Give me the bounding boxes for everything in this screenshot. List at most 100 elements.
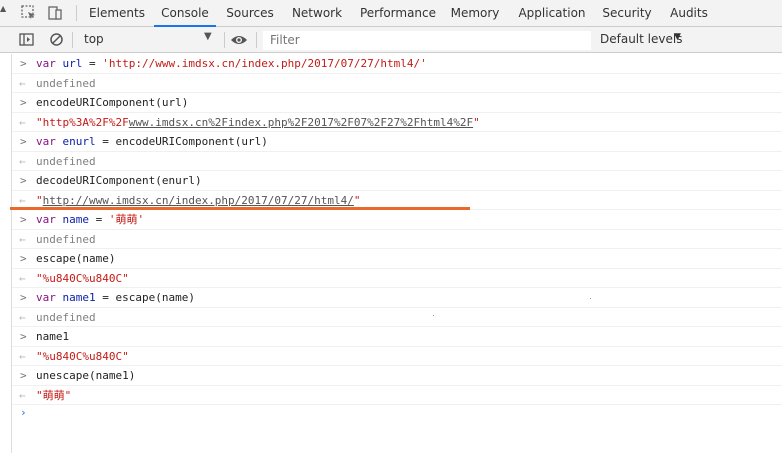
- code-token: = encodeURIComponent(url): [95, 135, 268, 148]
- code-token: "%u840C%u840C": [36, 271, 129, 285]
- console-code: "萌萌": [36, 386, 71, 405]
- console-code: var enurl = encodeURIComponent(url): [36, 132, 268, 151]
- input-chevron-icon: >: [20, 213, 27, 226]
- input-chevron-icon: >: [20, 291, 27, 304]
- console-output-row: ← undefined: [12, 152, 782, 171]
- code-token: var: [36, 135, 63, 148]
- divider: [224, 32, 225, 48]
- code-token: "萌萌": [36, 388, 72, 402]
- log-levels-dropdown[interactable]: Default levels: [600, 32, 682, 46]
- artifact-dot: [433, 315, 434, 316]
- input-chevron-icon: >: [20, 135, 27, 148]
- code-token: '萌萌': [108, 213, 145, 226]
- input-chevron-icon: >: [20, 174, 27, 187]
- console-input-row: > name1: [12, 327, 782, 347]
- code-token: name1: [36, 330, 70, 343]
- clear-console-icon[interactable]: [48, 31, 66, 49]
- code-token: "http%3A%2F%2F: [36, 115, 129, 129]
- divider: [76, 5, 77, 21]
- return-arrow-icon: ←: [19, 154, 26, 168]
- live-expression-icon[interactable]: [230, 31, 248, 49]
- return-arrow-icon: ←: [19, 349, 26, 363]
- console-output-row: ← undefined: [12, 308, 782, 327]
- console-code: var name1 = escape(name): [36, 288, 195, 307]
- console-output-row: ← undefined: [12, 230, 782, 249]
- console-code: unescape(name1): [36, 366, 135, 385]
- code-token: =: [82, 57, 103, 70]
- artifact-dot: [590, 298, 591, 299]
- tab-sources[interactable]: Sources: [222, 0, 278, 26]
- code-token: undefined: [36, 76, 96, 90]
- sidebar-toggle-icon[interactable]: [18, 31, 36, 49]
- code-token: decodeURIComponent(enurl): [36, 174, 202, 187]
- console-prompt[interactable]: ›: [20, 406, 27, 419]
- code-token: var: [36, 291, 63, 304]
- code-token: var: [36, 57, 63, 70]
- code-token: =: [89, 213, 109, 226]
- code-token: unescape(name1): [36, 369, 136, 382]
- highlight-underline: [10, 207, 470, 210]
- input-chevron-icon: >: [20, 96, 27, 109]
- console-input-row: > var enurl = encodeURIComponent(url): [12, 132, 782, 152]
- code-token: var: [36, 213, 63, 226]
- tab-console[interactable]: Console: [154, 0, 216, 27]
- scroll-up-icon: ▲: [0, 4, 7, 13]
- code-token: = escape(name): [95, 291, 195, 304]
- filter-input[interactable]: [263, 31, 591, 50]
- return-arrow-icon: ←: [19, 115, 26, 129]
- return-arrow-icon: ←: [19, 76, 26, 90]
- tab-elements[interactable]: Elements: [86, 0, 148, 26]
- code-token: url: [62, 57, 83, 70]
- dropdown-arrow-icon: ▼: [204, 31, 212, 42]
- devtools-tabbar: ▲ Elements Console Sources Network Perfo…: [0, 0, 782, 27]
- console-toolbar: top ▼ Default levels ▼: [0, 27, 782, 53]
- code-token: name1: [62, 291, 96, 304]
- url-link[interactable]: www.imdsx.cn%2Findex.php%2F2017%2F07%2F2…: [129, 116, 473, 129]
- tab-application[interactable]: Application: [514, 0, 590, 26]
- code-token: enurl: [62, 135, 96, 148]
- console-output-row: ← "%u840C%u840C": [12, 347, 782, 366]
- return-arrow-icon: ←: [19, 388, 26, 402]
- console-code: encodeURIComponent(url): [36, 93, 188, 112]
- divider: [256, 32, 257, 48]
- code-token: encodeURIComponent(url): [36, 96, 189, 109]
- code-token: ": [353, 193, 361, 207]
- console-output: > var url = 'http://www.imdsx.cn/index.ph…: [0, 54, 782, 453]
- input-chevron-icon: >: [20, 330, 27, 343]
- return-arrow-icon: ←: [19, 232, 26, 246]
- code-token: "%u840C%u840C": [36, 349, 129, 363]
- console-output-row: ← "http%3A%2F%2Fwww.imdsx.cn%2Findex.php%…: [12, 113, 782, 132]
- code-token: 'http://www.imdsx.cn/index.php/2017/07/2…: [102, 57, 427, 70]
- code-token: ": [473, 115, 480, 129]
- tab-network[interactable]: Network: [287, 0, 347, 26]
- console-output-row: ← undefined: [12, 74, 782, 93]
- device-toolbar-icon[interactable]: [46, 4, 64, 22]
- tab-audits[interactable]: Audits: [665, 0, 713, 26]
- console-output-row: ← "萌萌": [12, 386, 782, 405]
- console-input-row: > var name1 = escape(name): [12, 288, 782, 308]
- console-code: undefined: [36, 152, 96, 171]
- console-code: name1: [36, 327, 69, 346]
- tab-security[interactable]: Security: [599, 0, 655, 26]
- console-code: "http%3A%2F%2Fwww.imdsx.cn%2Findex.php%2…: [36, 113, 480, 132]
- context-label: top: [84, 32, 104, 46]
- console-code: undefined: [36, 74, 96, 93]
- return-arrow-icon: ←: [19, 310, 26, 324]
- url-link[interactable]: http://www.imdsx.cn/index.php/2017/07/27…: [43, 194, 354, 207]
- console-code: var url = 'http://www.imdsx.cn/index.php…: [36, 54, 427, 73]
- return-arrow-icon: ←: [19, 271, 26, 285]
- console-code: "%u840C%u840C": [36, 347, 129, 366]
- console-code: escape(name): [36, 249, 115, 268]
- inspect-icon[interactable]: [20, 4, 38, 22]
- console-code: decodeURIComponent(enurl): [36, 171, 202, 190]
- code-token: undefined: [36, 232, 96, 246]
- code-token: name: [62, 213, 90, 226]
- console-code: var name = '萌萌': [36, 210, 144, 229]
- code-token: undefined: [36, 154, 96, 168]
- tab-performance[interactable]: Performance: [356, 0, 440, 26]
- code-token: undefined: [36, 310, 96, 324]
- levels-arrow-icon: ▼: [674, 32, 681, 42]
- console-input-row: > var name = '萌萌': [12, 210, 782, 230]
- code-token: ": [36, 193, 43, 207]
- tab-memory[interactable]: Memory: [447, 0, 503, 26]
